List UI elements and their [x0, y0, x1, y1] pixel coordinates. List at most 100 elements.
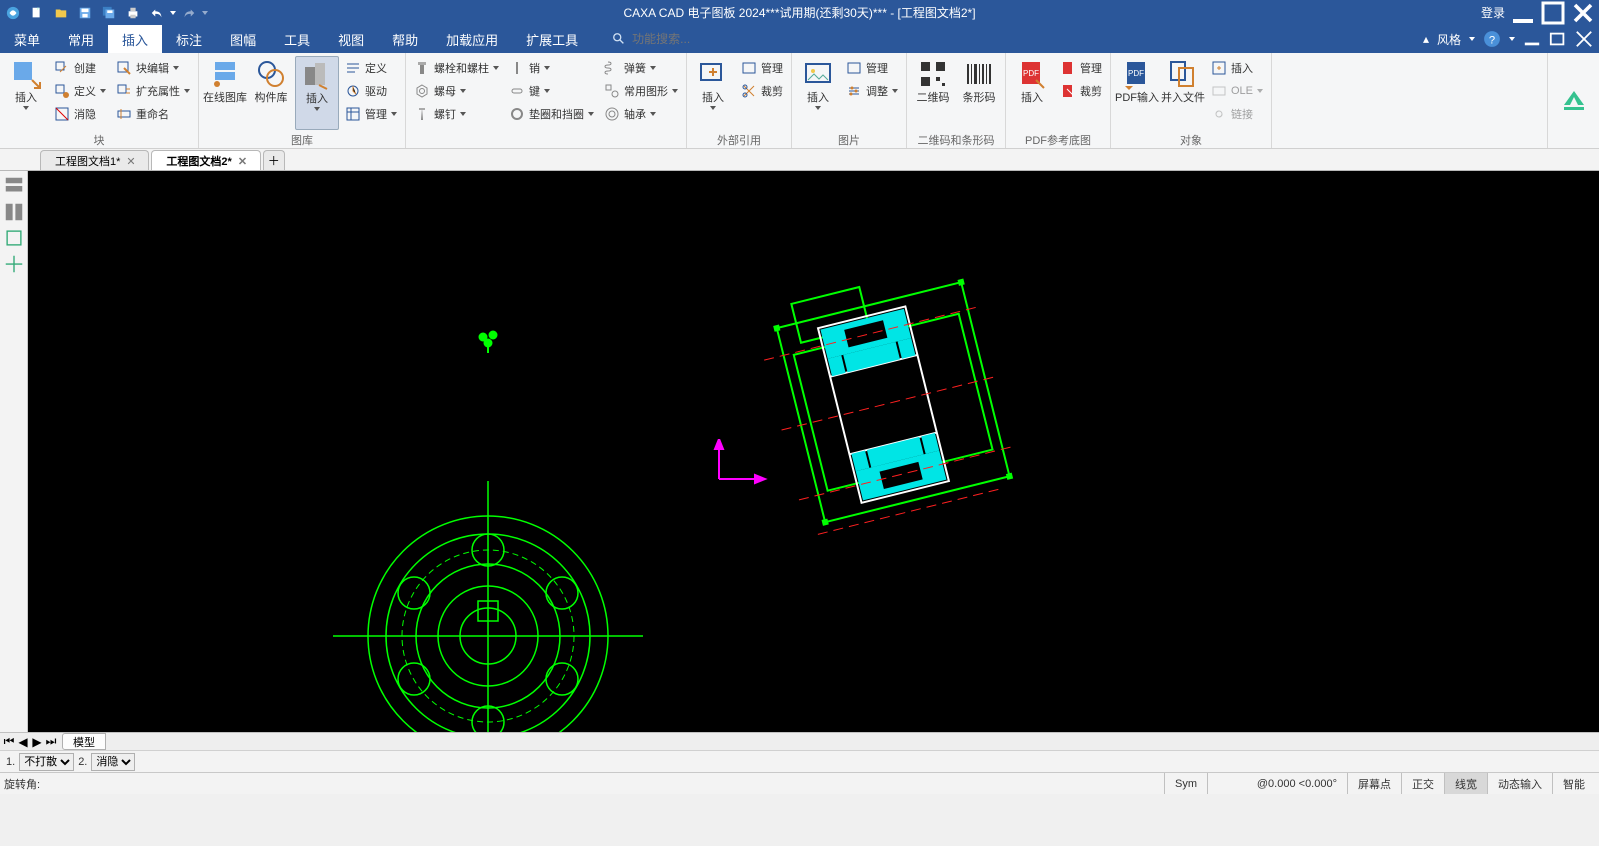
link-button[interactable]: 链接	[1207, 102, 1267, 125]
style-dropdown-icon[interactable]	[1469, 37, 1475, 41]
picture-insert-button[interactable]: 插入	[796, 56, 840, 130]
bearing-button[interactable]: 轴承	[600, 102, 682, 125]
document-tab[interactable]: 工程图文档2* ✕	[151, 150, 260, 170]
status-dyninput[interactable]: 动态输入	[1487, 773, 1552, 794]
part-library-button[interactable]: 构件库	[249, 56, 293, 130]
drawing-canvas[interactable]	[28, 171, 1599, 732]
mdi-close-icon[interactable]	[1575, 30, 1593, 48]
tab-annotate[interactable]: 标注	[162, 25, 216, 53]
layout-tab-model[interactable]: 模型	[62, 733, 106, 750]
layout-nav-first-icon[interactable]: ⏮	[2, 735, 16, 749]
layout-nav-last-icon[interactable]: ⏭	[44, 735, 58, 749]
xref-manage-button[interactable]: 管理	[737, 56, 787, 79]
block-expand-attr-button[interactable]: 扩充属性	[112, 79, 194, 102]
library-manage-button[interactable]: 管理	[341, 102, 401, 125]
washer-button[interactable]: 垫圈和挡圈	[505, 102, 598, 125]
rail-button-4[interactable]	[3, 253, 25, 275]
block-hide-button[interactable]: 消隐	[50, 102, 110, 125]
collapse-ribbon-icon[interactable]: ▴	[1423, 32, 1429, 46]
redo-icon[interactable]	[178, 2, 200, 24]
status-smart[interactable]: 智能	[1552, 773, 1595, 794]
object-insert-button[interactable]: 插入	[1207, 56, 1267, 79]
help-dropdown-icon[interactable]	[1509, 37, 1515, 41]
maximize-button[interactable]	[1541, 3, 1565, 23]
add-tab-button[interactable]: ＋	[263, 150, 285, 170]
tab-frame[interactable]: 图幅	[216, 25, 270, 53]
screw-button[interactable]: 螺钉	[410, 102, 503, 125]
status-screenpoint[interactable]: 屏幕点	[1347, 773, 1401, 794]
nut-button[interactable]: 螺母	[410, 79, 503, 102]
qrcode-button[interactable]: 二维码	[911, 56, 955, 130]
tab-insert[interactable]: 插入	[108, 25, 162, 53]
tab-extend[interactable]: 扩展工具	[512, 25, 592, 53]
undo-dropdown-icon[interactable]	[170, 11, 176, 15]
pdf-insert-button[interactable]: PDF 插入	[1010, 56, 1054, 130]
library-drive-button[interactable]: 驱动	[341, 79, 401, 102]
block-define-button[interactable]: 定义	[50, 79, 110, 102]
command-options-row: 1. 不打散 2. 消隐	[0, 750, 1599, 772]
layout-nav-prev-icon[interactable]: ◀	[16, 735, 30, 749]
block-create-button[interactable]: 创建	[50, 56, 110, 79]
save-icon[interactable]	[74, 2, 96, 24]
tab-common[interactable]: 常用	[54, 25, 108, 53]
document-tab[interactable]: 工程图文档1* ✕	[40, 150, 149, 170]
style-label[interactable]: 风格	[1437, 31, 1461, 48]
library-define-button[interactable]: 定义	[341, 56, 401, 79]
block-insert-button[interactable]: 插入	[4, 56, 48, 130]
ole-button[interactable]: OLE	[1207, 79, 1267, 102]
picture-adjust-button[interactable]: 调整	[842, 79, 902, 102]
common-shape-button[interactable]: 常用图形	[600, 79, 682, 102]
block-rename-button[interactable]: 重命名	[112, 102, 194, 125]
rail-button-1[interactable]	[3, 175, 25, 197]
key-button[interactable]: 键	[505, 79, 598, 102]
option-select-hide[interactable]: 消隐	[91, 753, 135, 771]
pdf-clip-button[interactable]: 裁剪	[1056, 79, 1106, 102]
print-icon[interactable]	[122, 2, 144, 24]
mdi-restore-icon[interactable]	[1549, 30, 1567, 48]
undo-icon[interactable]	[146, 2, 168, 24]
xref-clip-button[interactable]: 裁剪	[737, 79, 787, 102]
login-link[interactable]: 登录	[1481, 4, 1505, 21]
object-insert-icon	[1211, 60, 1227, 76]
layout-nav-next-icon[interactable]: ▶	[30, 735, 44, 749]
library-insert-button[interactable]: 插入	[295, 56, 339, 130]
feature-search-input[interactable]	[632, 32, 772, 46]
pdf-input-button[interactable]: PDF PDF输入	[1115, 56, 1159, 130]
pin-button[interactable]: 销	[505, 56, 598, 79]
rail-button-3[interactable]	[3, 227, 25, 249]
mdi-minimize-icon[interactable]	[1523, 30, 1541, 48]
close-button[interactable]	[1571, 3, 1595, 23]
open-file-icon[interactable]	[50, 2, 72, 24]
minimize-button[interactable]	[1511, 3, 1535, 23]
barcode-button[interactable]: 条形码	[957, 56, 1001, 130]
block-edit-button[interactable]: 块编辑	[112, 56, 194, 79]
xref-insert-button[interactable]: 插入	[691, 56, 735, 130]
app-icon[interactable]	[2, 2, 24, 24]
redo-dropdown-icon[interactable]	[202, 11, 208, 15]
merge-file-button[interactable]: 并入文件	[1161, 56, 1205, 130]
edit-block-icon	[116, 60, 132, 76]
chevron-down-icon	[815, 106, 821, 110]
tab-tools[interactable]: 工具	[270, 25, 324, 53]
pdf-manage-button[interactable]: 管理	[1056, 56, 1106, 79]
bolt-icon	[414, 60, 430, 76]
status-ortho[interactable]: 正交	[1401, 773, 1444, 794]
menu-tab[interactable]: 菜单	[0, 25, 54, 53]
new-file-icon[interactable]	[26, 2, 48, 24]
close-tab-icon[interactable]: ✕	[238, 155, 250, 167]
help-icon[interactable]: ?	[1483, 30, 1501, 48]
status-coord: @0.000 <0.000°	[1207, 773, 1347, 794]
spring-button[interactable]: 弹簧	[600, 56, 682, 79]
rail-button-2[interactable]	[3, 201, 25, 223]
tab-help[interactable]: 帮助	[378, 25, 432, 53]
option-select-explode[interactable]: 不打散	[19, 753, 74, 771]
status-sym[interactable]: Sym	[1164, 773, 1207, 794]
status-lineweight[interactable]: 线宽	[1444, 773, 1487, 794]
online-library-button[interactable]: 在线图库	[203, 56, 247, 130]
save-all-icon[interactable]	[98, 2, 120, 24]
tab-view[interactable]: 视图	[324, 25, 378, 53]
tab-addons[interactable]: 加载应用	[432, 25, 512, 53]
picture-manage-button[interactable]: 管理	[842, 56, 902, 79]
bolt-button[interactable]: 螺栓和螺柱	[410, 56, 503, 79]
close-tab-icon[interactable]: ✕	[126, 155, 138, 167]
